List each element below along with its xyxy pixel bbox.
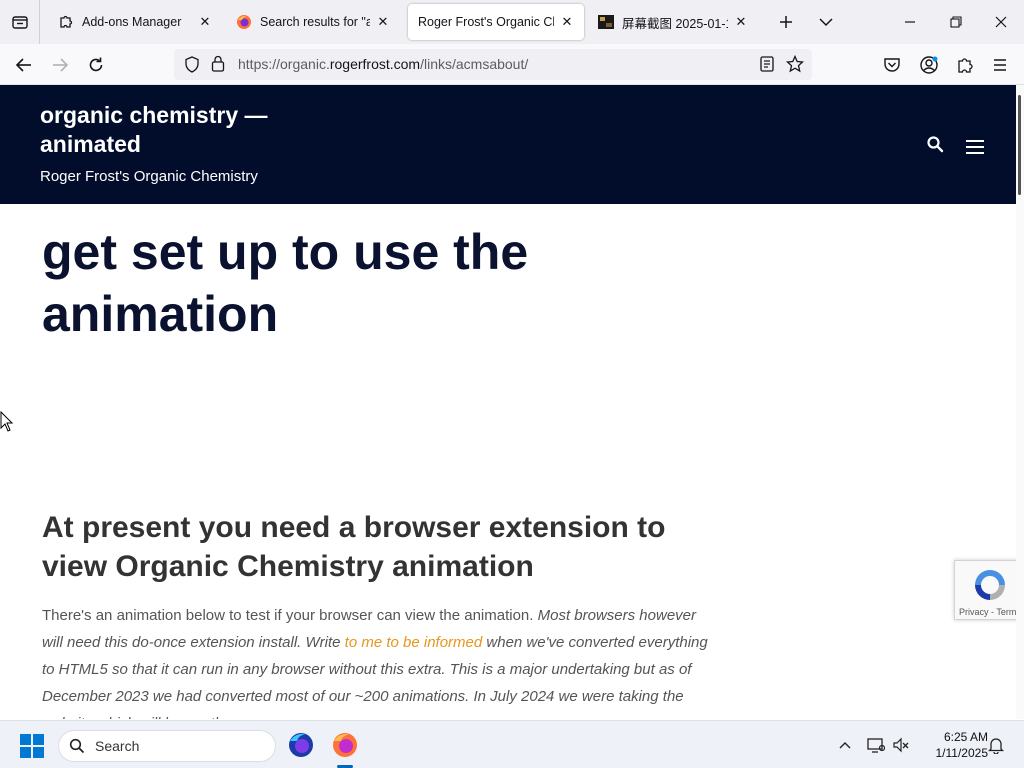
system-clock[interactable]: 6:25 AM 1/11/2025 — [918, 729, 989, 761]
intro-paragraph: There's an animation below to test if yo… — [42, 602, 710, 719]
page-title: get set up to use the animation — [42, 224, 529, 342]
tab-add-ons-manager[interactable]: Add-ons Manager ✕ — [48, 4, 222, 40]
scrollbar-thumb[interactable] — [1018, 95, 1021, 195]
url-text[interactable]: https://organic.rogerfrost.com/links/acm… — [238, 56, 528, 72]
site-tagline: Roger Frost's Organic Chemistry — [40, 168, 258, 185]
page-scrollbar[interactable] — [1016, 85, 1024, 719]
close-tab-icon[interactable]: ✕ — [734, 15, 748, 29]
back-icon[interactable] — [12, 53, 36, 77]
site-title[interactable]: organic chemistry — animated — [40, 101, 300, 159]
tab-title: Search results for "adob — [260, 15, 370, 29]
close-tab-icon[interactable]: ✕ — [198, 15, 212, 29]
notification-bell-icon[interactable] — [987, 736, 1005, 754]
minimize-icon[interactable] — [900, 12, 920, 32]
tab-overview-icon — [11, 16, 28, 29]
web-page: organic chemistry — animated Roger Frost… — [0, 85, 1016, 719]
section-heading: At present you need a browser extension … — [42, 511, 666, 583]
puzzle-icon — [58, 14, 74, 30]
image-thumbnail-icon — [598, 14, 614, 30]
pocket-icon[interactable] — [880, 53, 904, 77]
clock-date: 1/11/2025 — [935, 746, 989, 760]
tab-strip: Add-ons Manager ✕ Search results for "ad… — [0, 0, 1024, 44]
firefox-icon — [236, 14, 252, 30]
url-host: rogerfrost.com — [329, 56, 421, 72]
url-path: /links/acmsabout/ — [420, 56, 529, 72]
windows-taskbar: Search 6:25 AM 1/11/2025 — [0, 720, 1024, 768]
recaptcha-badge[interactable]: Privacy - Terms — [954, 560, 1024, 620]
site-menu-icon[interactable] — [966, 140, 986, 156]
mouse-pointer-icon — [0, 410, 14, 433]
firefox-app-icon[interactable] — [331, 731, 359, 759]
chevron-up-icon[interactable] — [836, 736, 854, 754]
recaptcha-logo-icon — [972, 567, 1008, 603]
clock-time: 6:25 AM — [943, 730, 988, 744]
tab-screenshot[interactable]: 屏幕截图 2025-01-11 18 ✕ — [588, 4, 758, 40]
list-all-tabs-button[interactable] — [0, 0, 40, 44]
windows-start-icon[interactable] — [20, 734, 44, 758]
restore-icon[interactable] — [946, 12, 966, 32]
search-icon[interactable] — [926, 135, 946, 155]
close-tab-icon[interactable]: ✕ — [376, 15, 390, 29]
speaker-muted-icon[interactable] — [892, 736, 910, 754]
search-placeholder: Search — [95, 738, 140, 754]
tab-roger-frost[interactable]: Roger Frost's Organic Chem ✕ — [408, 4, 584, 40]
lock-icon[interactable] — [211, 55, 225, 77]
chevron-down-icon[interactable] — [816, 12, 836, 32]
tab-title: Roger Frost's Organic Chem — [418, 15, 554, 29]
address-bar[interactable]: https://organic.rogerfrost.com/links/acm… — [174, 49, 812, 80]
account-icon[interactable] — [917, 53, 941, 77]
display-icon[interactable] — [867, 736, 885, 754]
tab-title: 屏幕截图 2025-01-11 18 — [622, 16, 728, 31]
search-icon — [69, 738, 85, 759]
navigation-toolbar: https://organic.rogerfrost.com/links/acm… — [0, 44, 1024, 85]
bookmark-star-icon[interactable] — [785, 54, 805, 78]
contact-link[interactable]: to me to be informed — [345, 634, 483, 651]
recaptcha-links[interactable]: Privacy - Terms — [959, 607, 1024, 617]
new-tab-icon[interactable] — [776, 12, 796, 32]
url-scheme: https://organic. — [238, 56, 330, 72]
extensions-puzzle-icon[interactable] — [953, 53, 977, 77]
reload-icon[interactable] — [84, 53, 108, 77]
close-tab-icon[interactable]: ✕ — [560, 15, 574, 29]
para-text: There's an animation below to test if yo… — [42, 607, 538, 624]
close-window-icon[interactable] — [991, 12, 1011, 32]
firefox-nightly-app-icon[interactable] — [287, 731, 315, 759]
menu-hamburger-icon[interactable] — [988, 53, 1012, 77]
forward-icon[interactable] — [48, 53, 72, 77]
reader-view-icon[interactable] — [760, 56, 774, 77]
site-header: organic chemistry — animated Roger Frost… — [0, 85, 1016, 204]
tracking-protection-shield-icon[interactable] — [184, 56, 200, 78]
tab-title: Add-ons Manager — [82, 15, 182, 29]
taskbar-search-box[interactable]: Search — [58, 730, 276, 762]
tab-search-results[interactable]: Search results for "adob ✕ — [226, 4, 400, 40]
